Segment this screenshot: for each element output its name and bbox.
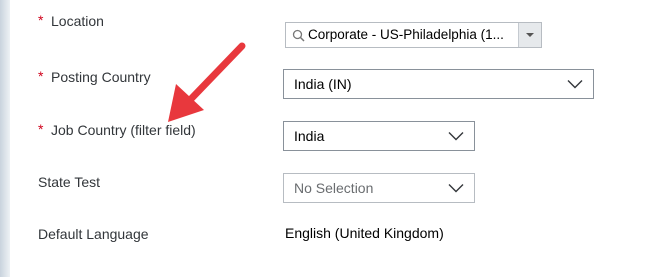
- chevron-down-icon[interactable]: [567, 79, 583, 89]
- state-test-select[interactable]: No Selection: [283, 173, 475, 203]
- posting-country-select[interactable]: India (IN): [283, 69, 594, 99]
- job-country-select[interactable]: India: [283, 121, 475, 151]
- chevron-down-icon[interactable]: [448, 131, 464, 141]
- required-marker: *: [38, 12, 44, 28]
- required-marker: *: [38, 121, 44, 137]
- search-icon: [292, 29, 305, 42]
- window-left-edge: [0, 0, 10, 277]
- annotation-arrow-icon: [168, 42, 246, 122]
- location-value: Corporate - US-Philadelphia (1...: [308, 27, 504, 42]
- job-country-value: India: [294, 128, 325, 144]
- chevron-down-icon[interactable]: [448, 183, 464, 193]
- state-test-value: No Selection: [294, 180, 374, 196]
- posting-country-value: India (IN): [294, 76, 352, 92]
- location-combobox[interactable]: Corporate - US-Philadelphia (1...: [285, 22, 542, 48]
- dropdown-triangle-icon: [526, 33, 534, 37]
- required-marker: *: [38, 68, 44, 84]
- location-label: Location: [51, 13, 104, 29]
- default-language-label: Default Language: [38, 226, 149, 242]
- posting-country-label: Posting Country: [51, 69, 151, 85]
- state-test-label: State Test: [38, 174, 101, 190]
- default-language-value: English (United Kingdom): [285, 225, 444, 241]
- location-dropdown-button[interactable]: [518, 23, 541, 47]
